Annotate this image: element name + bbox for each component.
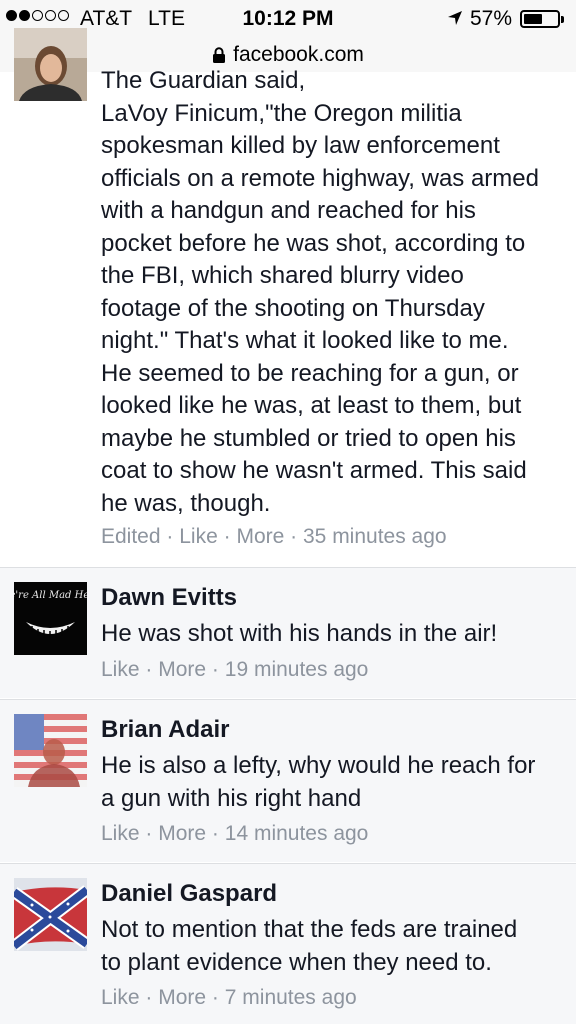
separator: · bbox=[211, 986, 219, 1009]
avatar-caption: We're All Mad Here bbox=[14, 590, 87, 601]
comment-text-line: looked like he was, at least to them, bu… bbox=[101, 392, 522, 419]
comment-text-line: he was, though. bbox=[101, 489, 271, 517]
timestamp[interactable]: 35 minutes ago bbox=[303, 525, 447, 548]
like-link[interactable]: Like bbox=[101, 658, 140, 681]
separator: · bbox=[290, 525, 298, 548]
battery-nub bbox=[561, 16, 564, 23]
avatar[interactable] bbox=[14, 878, 87, 951]
more-link[interactable]: More bbox=[158, 822, 206, 845]
like-link[interactable]: Like bbox=[101, 822, 140, 845]
reply-comment: We're All Mad Here Dawn Evitts He was sh… bbox=[0, 567, 576, 698]
avatar[interactable] bbox=[14, 714, 87, 787]
more-link[interactable]: More bbox=[236, 525, 284, 548]
avatar-image bbox=[14, 714, 87, 787]
separator: · bbox=[223, 525, 231, 548]
comment-actions: Like · More · 19 minutes ago bbox=[101, 658, 368, 682]
comment-text: Not to mention that the feds are trained… bbox=[101, 914, 566, 979]
comment-text: The Guardian said, LaVoy Finicum,"the Or… bbox=[101, 65, 566, 520]
comment-text-line: He seemed to be reaching for a gun, or bbox=[101, 359, 519, 387]
comment-text-line: coat to show he wasn't armed. This said bbox=[101, 457, 527, 484]
avatar-image bbox=[14, 28, 87, 101]
like-link[interactable]: Like bbox=[179, 525, 218, 548]
like-link[interactable]: Like bbox=[101, 986, 140, 1009]
avatar-image bbox=[14, 878, 87, 951]
avatar-image: We're All Mad Here bbox=[14, 582, 87, 655]
separator: · bbox=[211, 822, 219, 845]
comment-text-line: with a handgun and reached for his bbox=[101, 197, 476, 224]
location-arrow-icon bbox=[448, 11, 462, 25]
reply-comment: Brian Adair He is also a lefty, why woul… bbox=[0, 699, 576, 862]
comment-text-line: LaVoy Finicum,"the Oregon militia bbox=[101, 99, 462, 127]
comment: The Guardian said, LaVoy Finicum,"the Or… bbox=[0, 28, 576, 566]
reply-comment: Daniel Gaspard Not to mention that the f… bbox=[0, 863, 576, 1024]
comment-text-line: pocket before he was shot, according to bbox=[101, 229, 526, 257]
comment-text-line: officials on a remote highway, was armed bbox=[101, 164, 539, 192]
comment-text-line: Not to mention that the feds are trained bbox=[101, 916, 518, 943]
comment-text: He is also a lefty, why would he reach f… bbox=[101, 750, 566, 815]
comment-text-line: He was shot with his hands in the air! bbox=[101, 620, 498, 647]
separator: · bbox=[145, 822, 153, 845]
comment-text-line: to plant evidence when they need to. bbox=[101, 948, 492, 976]
timestamp[interactable]: 14 minutes ago bbox=[225, 822, 369, 845]
comment-text-line: a gun with his right hand bbox=[101, 784, 362, 812]
comment-text: He was shot with his hands in the air! bbox=[101, 618, 566, 651]
avatar[interactable]: We're All Mad Here bbox=[14, 582, 87, 655]
comment-text-line: spokesman killed by law enforcement bbox=[101, 132, 500, 159]
lock-icon bbox=[213, 47, 226, 63]
comment-author[interactable]: Daniel Gaspard bbox=[101, 880, 277, 908]
battery-fill bbox=[524, 14, 542, 24]
url-domain[interactable]: facebook.com bbox=[233, 43, 364, 67]
comment-text-line: footage of the shooting on Thursday bbox=[101, 294, 485, 322]
avatar[interactable] bbox=[14, 28, 87, 101]
comment-actions: Edited · Like · More · 35 minutes ago bbox=[101, 525, 447, 549]
comment-text-line: maybe he stumbled or tried to open his bbox=[101, 424, 516, 452]
separator: · bbox=[145, 658, 153, 681]
comment-text-line: The Guardian said, bbox=[101, 67, 306, 94]
comment-actions: Like · More · 7 minutes ago bbox=[101, 986, 357, 1010]
more-link[interactable]: More bbox=[158, 986, 206, 1009]
comment-actions: Like · More · 14 minutes ago bbox=[101, 822, 368, 846]
battery-percentage: 57% bbox=[470, 7, 513, 30]
timestamp[interactable]: 7 minutes ago bbox=[225, 986, 357, 1009]
comment-text-line: He is also a lefty, why would he reach f… bbox=[101, 752, 536, 779]
comment-text-line: night." That's what it looked like to me… bbox=[101, 327, 509, 354]
more-link[interactable]: More bbox=[158, 658, 206, 681]
edited-link[interactable]: Edited bbox=[101, 525, 161, 548]
comment-author[interactable]: Dawn Evitts bbox=[101, 584, 237, 612]
separator: · bbox=[166, 525, 174, 548]
comment-author[interactable]: Brian Adair bbox=[101, 716, 229, 744]
battery-icon bbox=[520, 10, 564, 28]
separator: · bbox=[145, 986, 153, 1009]
separator: · bbox=[211, 658, 219, 681]
comment-text-line: the FBI, which shared blurry video bbox=[101, 262, 464, 289]
timestamp[interactable]: 19 minutes ago bbox=[225, 658, 369, 681]
